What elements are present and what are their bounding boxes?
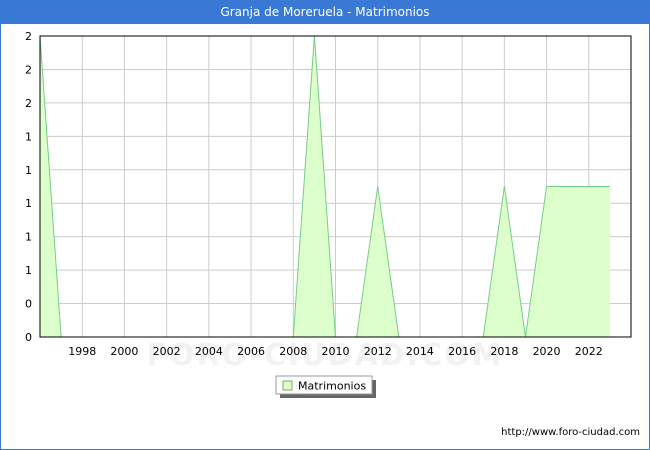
x-tick-label: 2010 xyxy=(322,345,350,358)
y-tick-label: 0 xyxy=(25,331,32,344)
data-point xyxy=(546,186,547,187)
data-point xyxy=(588,186,589,187)
y-tick-label: 1 xyxy=(25,197,32,210)
x-tick-label: 2020 xyxy=(533,345,561,358)
y-tick-label: 1 xyxy=(25,130,32,143)
x-tick-label: 1998 xyxy=(68,345,96,358)
y-tick-label: 1 xyxy=(25,231,32,244)
x-tick-label: 2018 xyxy=(490,345,518,358)
x-tick-label: 2006 xyxy=(237,345,265,358)
x-tick-label: 2004 xyxy=(195,345,223,358)
x-tick-label: 2022 xyxy=(575,345,603,358)
legend-swatch xyxy=(282,380,293,391)
y-tick-label: 1 xyxy=(25,164,32,177)
x-tick-label: 2016 xyxy=(448,345,476,358)
y-axis-ticks: 0 0 1 1 1 1 1 2 2 2 xyxy=(25,30,32,344)
source-url: http://www.foro-ciudad.com xyxy=(501,427,640,438)
data-point xyxy=(609,186,610,187)
x-tick-label: 2008 xyxy=(279,345,307,358)
y-tick-label: 1 xyxy=(25,264,32,277)
y-tick-label: 2 xyxy=(25,30,32,43)
x-tick-label: 2000 xyxy=(110,345,138,358)
legend: Matrimonios xyxy=(275,375,376,398)
x-tick-label: 2002 xyxy=(153,345,181,358)
chart-svg: FORO-CIUDAD.COM 0011111222 1998 2000 2002 2… xyxy=(25,30,632,398)
data-point xyxy=(504,186,505,187)
x-tick-label: 2014 xyxy=(406,345,434,358)
y-tick-label: 2 xyxy=(25,63,32,76)
data-area xyxy=(39,35,610,338)
x-tick-label: 2012 xyxy=(364,345,392,358)
y-tick-label: 0 xyxy=(25,298,32,311)
data-point xyxy=(377,186,378,187)
legend-label: Matrimonios xyxy=(298,380,366,393)
data-point xyxy=(567,186,568,187)
y-tick-label: 2 xyxy=(25,97,32,110)
